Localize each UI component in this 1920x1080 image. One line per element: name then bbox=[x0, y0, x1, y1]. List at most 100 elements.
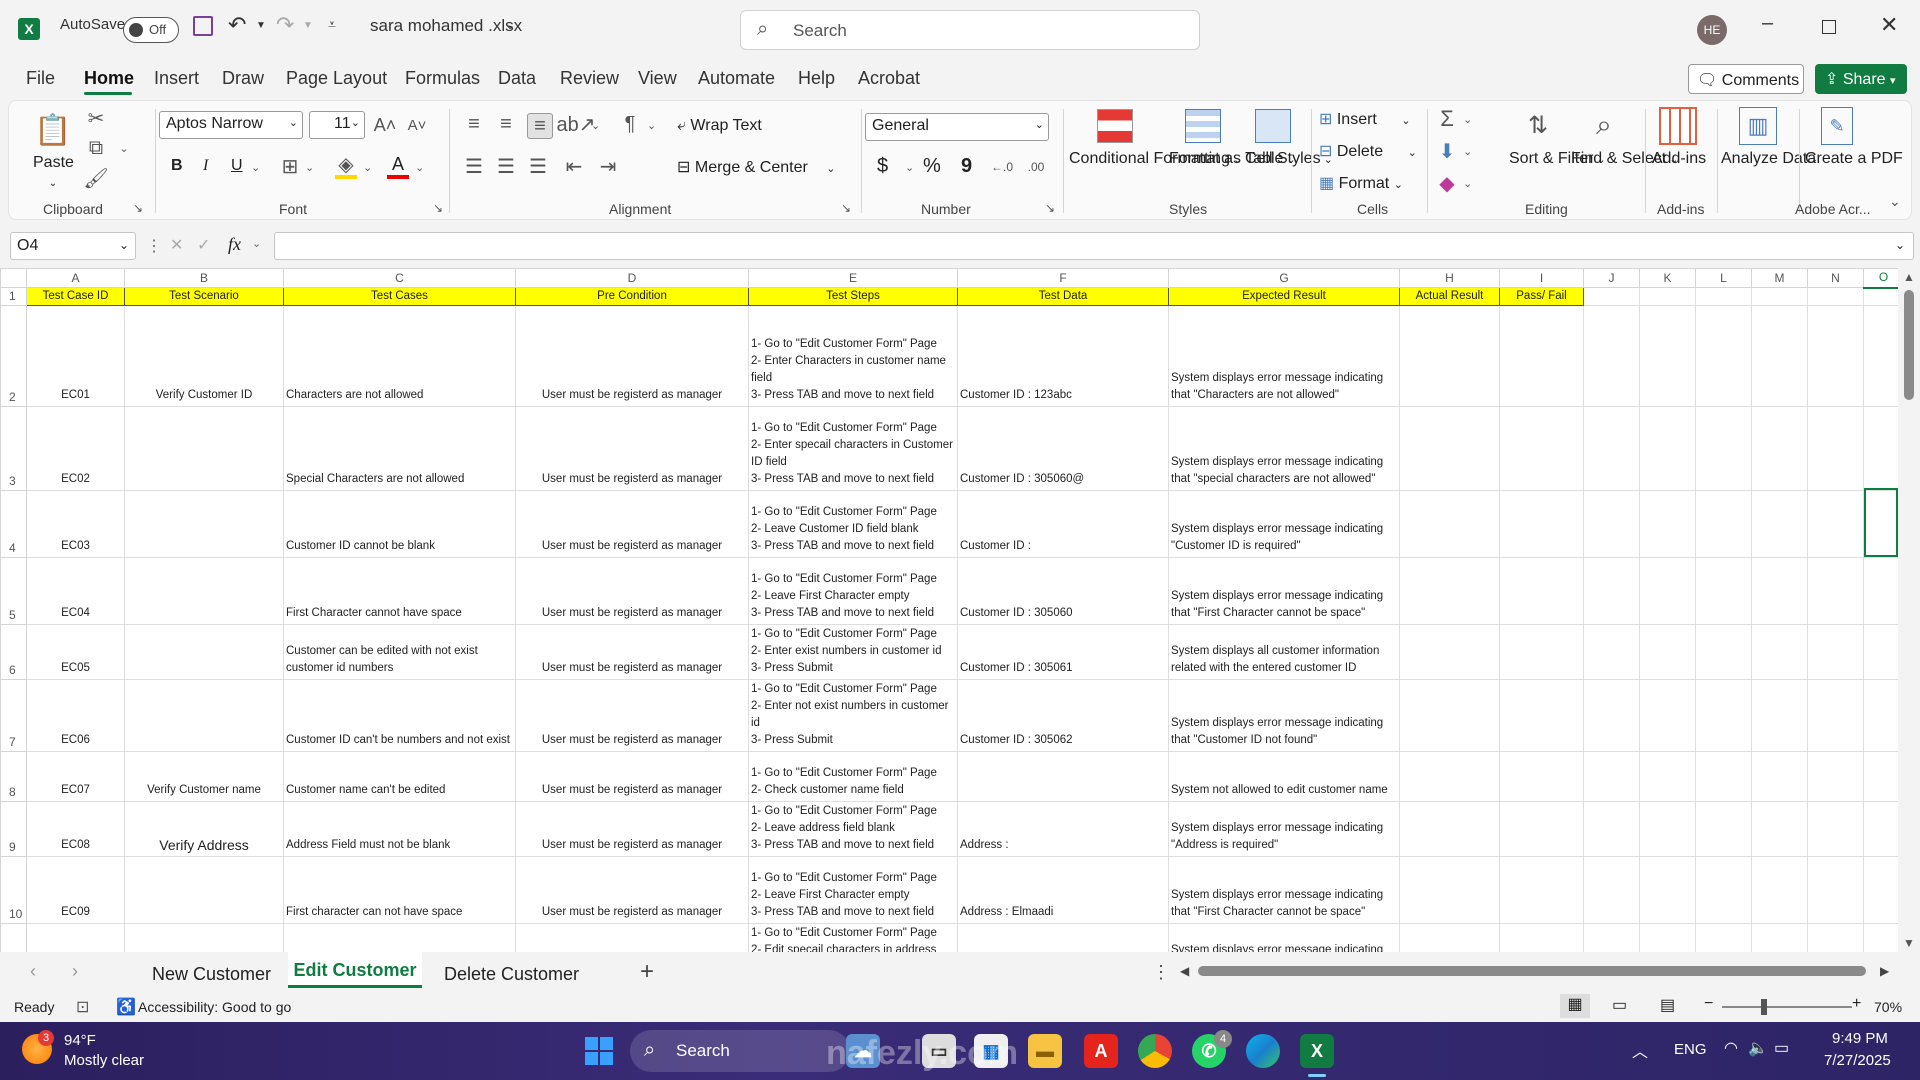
cell[interactable] bbox=[1583, 923, 1640, 952]
cell-pre[interactable]: User must be registerd as manager bbox=[515, 406, 749, 491]
align-middle-icon[interactable]: ≡ bbox=[495, 113, 517, 135]
cell[interactable] bbox=[1695, 305, 1752, 407]
next-sheet-icon[interactable]: › bbox=[72, 961, 78, 982]
cell-expected[interactable]: System displays error message indicating… bbox=[1168, 557, 1400, 625]
add-ins-button[interactable]: Add-ins bbox=[1649, 149, 1709, 168]
minimize-icon[interactable]: – bbox=[1762, 12, 1773, 35]
cell[interactable] bbox=[1807, 856, 1864, 924]
cell[interactable] bbox=[1695, 923, 1752, 952]
cell-steps[interactable]: 1- Go to "Edit Customer Form" Page 2- Ed… bbox=[748, 923, 958, 952]
cell[interactable] bbox=[1399, 406, 1500, 491]
row-header[interactable]: 2 bbox=[0, 305, 27, 407]
accessibility-status[interactable]: Accessibility: Good to go bbox=[138, 999, 291, 1015]
column-header[interactable]: L bbox=[1695, 268, 1752, 288]
cell[interactable] bbox=[1695, 287, 1752, 306]
scroll-down-icon[interactable]: ▼ bbox=[1903, 936, 1915, 950]
cell-styles-button[interactable]: Cell Styles ⌄ bbox=[1245, 149, 1333, 170]
cell[interactable] bbox=[1751, 557, 1808, 625]
alignment-launcher-icon[interactable]: ↘ bbox=[841, 201, 851, 215]
row-header[interactable]: 10 bbox=[0, 856, 27, 924]
sheet-options-icon[interactable]: ⋮ bbox=[1152, 962, 1170, 983]
cell[interactable] bbox=[1639, 679, 1696, 752]
cell-id[interactable]: EC04 bbox=[26, 557, 125, 625]
cell-scenario[interactable] bbox=[124, 856, 284, 924]
search-box[interactable]: ⌕ Search bbox=[740, 10, 1200, 50]
paste-button[interactable]: Paste ⌄ bbox=[33, 153, 74, 193]
increase-font-icon[interactable]: A˄ bbox=[373, 113, 397, 137]
header-cell[interactable]: Test Cases bbox=[283, 287, 516, 306]
borders-icon[interactable]: ⊞ bbox=[279, 155, 301, 178]
fill-color-chevron-icon[interactable]: ⌄ bbox=[363, 161, 372, 174]
cell[interactable] bbox=[1399, 305, 1500, 407]
font-name-select[interactable]: Aptos Narrow ⌄ bbox=[159, 111, 303, 139]
cell-expected[interactable]: System displays error message indicating… bbox=[1168, 305, 1400, 407]
cell[interactable] bbox=[1583, 287, 1640, 306]
comma-button[interactable]: 9 bbox=[961, 155, 972, 178]
redo-icon[interactable]: ↷ bbox=[276, 12, 294, 38]
row-header[interactable]: 9 bbox=[0, 801, 27, 857]
cell[interactable] bbox=[1695, 751, 1752, 802]
font-color-icon[interactable]: A bbox=[387, 153, 409, 179]
sheet-tab-new-customer[interactable]: New Customer bbox=[152, 964, 271, 985]
align-bottom-icon[interactable]: ≡ bbox=[527, 113, 553, 139]
redo-dropdown-icon[interactable]: ▼ bbox=[303, 20, 313, 31]
cell[interactable] bbox=[1639, 801, 1696, 857]
cell[interactable] bbox=[1751, 305, 1808, 407]
row-header[interactable]: 4 bbox=[0, 490, 27, 558]
cell[interactable] bbox=[1751, 856, 1808, 924]
cell[interactable] bbox=[1583, 624, 1640, 680]
cell[interactable] bbox=[1499, 923, 1584, 952]
column-header[interactable]: J bbox=[1583, 268, 1640, 288]
cell-id[interactable]: EC05 bbox=[26, 624, 125, 680]
column-header[interactable]: I bbox=[1499, 268, 1584, 288]
cell[interactable] bbox=[1807, 406, 1864, 491]
spreadsheet-grid[interactable]: A B C D E F G H I J K L M N O 1 Test Cas… bbox=[0, 268, 1920, 952]
header-cell[interactable]: Pre Condition bbox=[515, 287, 749, 306]
select-all-corner[interactable] bbox=[0, 268, 27, 288]
fill-icon[interactable]: ⬇ bbox=[1435, 139, 1459, 163]
cell[interactable] bbox=[1499, 801, 1584, 857]
autosave-toggle[interactable]: Off bbox=[123, 17, 179, 43]
close-icon[interactable]: ✕ bbox=[1880, 12, 1898, 38]
cell-steps[interactable]: 1- Go to "Edit Customer Form" Page 2- Le… bbox=[748, 856, 958, 924]
cell-case[interactable] bbox=[283, 923, 516, 952]
tab-help[interactable]: Help bbox=[798, 68, 835, 89]
clear-icon[interactable]: ◆ bbox=[1435, 171, 1459, 195]
add-sheet-icon[interactable]: + bbox=[640, 958, 654, 986]
cell-id[interactable]: EC02 bbox=[26, 406, 125, 491]
edge-icon[interactable] bbox=[1246, 1034, 1280, 1068]
cell-case[interactable]: Customer name can't be edited bbox=[283, 751, 516, 802]
currency-chevron-icon[interactable]: ⌄ bbox=[905, 161, 914, 174]
tab-file[interactable]: File bbox=[26, 68, 55, 89]
windows-start-icon[interactable] bbox=[582, 1034, 616, 1068]
cell-case[interactable]: Customer can be edited with not exist cu… bbox=[283, 624, 516, 680]
macro-record-icon[interactable]: ⊡ bbox=[76, 997, 89, 1017]
cell-pre[interactable] bbox=[515, 923, 749, 952]
cell[interactable] bbox=[1751, 624, 1808, 680]
cell-scenario[interactable] bbox=[124, 406, 284, 491]
cell-scenario[interactable]: Verify Address bbox=[124, 801, 284, 857]
column-header[interactable]: D bbox=[515, 268, 749, 288]
cell-pre[interactable]: User must be registerd as manager bbox=[515, 801, 749, 857]
insert-function-button[interactable]: fx bbox=[228, 234, 241, 255]
row-header[interactable]: 5 bbox=[0, 557, 27, 625]
cell-steps[interactable]: 1- Go to "Edit Customer Form" Page 2- En… bbox=[748, 624, 958, 680]
font-color-chevron-icon[interactable]: ⌄ bbox=[415, 161, 424, 174]
header-cell[interactable]: Test Scenario bbox=[124, 287, 284, 306]
vertical-scroll-thumb[interactable] bbox=[1904, 290, 1914, 400]
cell[interactable] bbox=[1399, 679, 1500, 752]
scroll-left-icon[interactable]: ◀ bbox=[1180, 964, 1189, 978]
file-name[interactable]: sara mohamed .xlsx bbox=[370, 16, 522, 36]
cell[interactable] bbox=[1807, 923, 1864, 952]
increase-indent-icon[interactable]: ⇥ bbox=[597, 155, 619, 178]
cell[interactable] bbox=[1751, 287, 1808, 306]
cell-pre[interactable]: User must be registerd as manager bbox=[515, 679, 749, 752]
filename-chevron-icon[interactable]: ⌄ bbox=[505, 18, 515, 32]
cell[interactable] bbox=[1751, 406, 1808, 491]
zoom-level[interactable]: 70% bbox=[1874, 999, 1902, 1015]
cell-scenario[interactable]: Verify Customer name bbox=[124, 751, 284, 802]
sort-filter-icon[interactable]: ⇅ bbox=[1519, 107, 1557, 143]
cell[interactable] bbox=[1499, 856, 1584, 924]
column-header[interactable]: F bbox=[957, 268, 1169, 288]
formula-input[interactable]: ⌄ bbox=[274, 232, 1914, 260]
